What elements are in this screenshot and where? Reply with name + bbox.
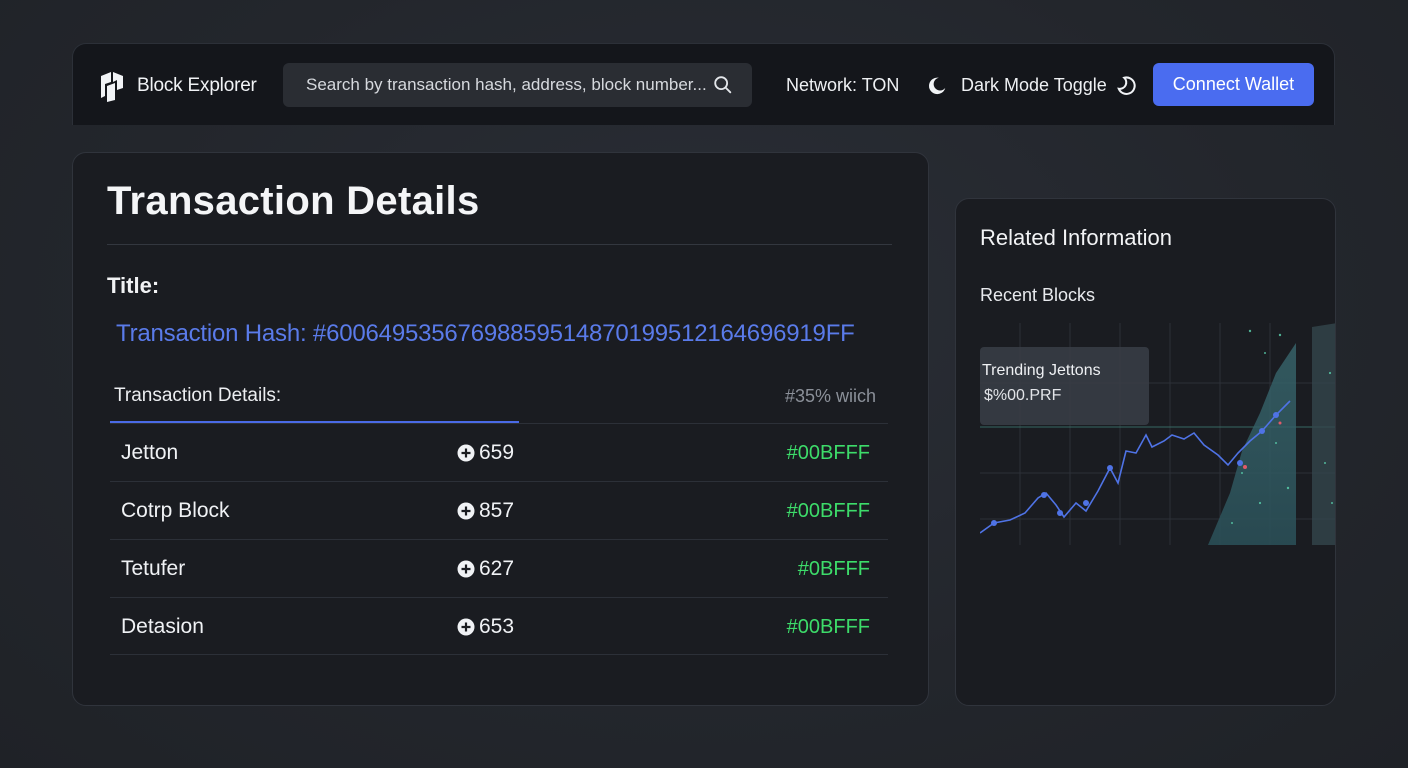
page-title: Transaction Details	[107, 179, 480, 223]
details-table: Jetton 659 #00BFFF Cotrp Block 857 #00BF…	[110, 423, 888, 655]
row-color-code: #00BFFF	[786, 442, 870, 464]
row-name: Cotrp Block	[121, 499, 230, 522]
plus-circle-icon	[457, 444, 475, 462]
row-name: Jetton	[121, 441, 179, 464]
panel-title: Related Information	[980, 225, 1172, 250]
row-value-number: 627	[479, 557, 515, 580]
row-color-code: #00BFFF	[786, 500, 870, 522]
tab-transaction-details[interactable]: Transaction Details:	[114, 385, 281, 407]
moon-icon[interactable]	[926, 75, 948, 97]
row-value-number: 857	[479, 499, 515, 522]
row-name: Tetufer	[121, 557, 186, 580]
app-title: Block Explorer	[137, 75, 257, 96]
row-value: 659	[457, 441, 514, 465]
trend-label: Trending Jettons	[982, 362, 1101, 379]
row-value: 627	[457, 557, 514, 581]
recent-blocks-label[interactable]: Recent Blocks	[980, 285, 1095, 306]
table-row[interactable]: Detasion 653 #00BFFF	[110, 597, 888, 655]
search-input[interactable]	[304, 74, 712, 96]
logo[interactable]: Block Explorer	[97, 70, 257, 102]
row-value: 857	[457, 499, 514, 523]
search-icon[interactable]	[712, 74, 734, 96]
related-information-panel: Related Information Recent Blocks Trendi…	[955, 198, 1336, 706]
divider	[107, 244, 892, 245]
row-color-code: #00BFFF	[786, 616, 870, 638]
crescent-toggle-icon[interactable]	[1116, 75, 1138, 97]
details-meta: #35% wiich	[784, 386, 876, 406]
table-row[interactable]: Tetufer 627 #0BFFF	[110, 539, 888, 597]
table-row[interactable]: Cotrp Block 857 #00BFFF	[110, 481, 888, 539]
trend-value: $%00.PRF	[984, 387, 1062, 404]
search-bar[interactable]	[283, 63, 752, 107]
transaction-details-card: Transaction Details Title: Transaction H…	[72, 152, 929, 706]
transaction-hash-link[interactable]: Transaction Hash: #600649535676988595148…	[116, 320, 855, 348]
plus-circle-icon	[457, 618, 475, 636]
network-indicator[interactable]: Network: TON	[786, 75, 899, 96]
row-value-number: 653	[479, 615, 515, 638]
top-navbar: Block Explorer Network: TON Dark Mode To…	[72, 43, 1335, 125]
dark-mode-toggle-label[interactable]: Dark Mode Toggle	[961, 75, 1107, 96]
plus-circle-icon	[457, 560, 475, 578]
connect-wallet-button[interactable]: Connect Wallet	[1153, 63, 1314, 106]
trending-jettons-tooltip[interactable]: Trending Jettons $%00.PRF	[980, 347, 1149, 425]
block-explorer-logo-icon	[101, 72, 123, 102]
row-color-code: #0BFFF	[797, 558, 870, 580]
row-value: 653	[457, 615, 514, 639]
plus-circle-icon	[457, 502, 475, 520]
row-name: Detasion	[121, 615, 204, 638]
row-value-number: 659	[479, 441, 515, 464]
table-row[interactable]: Jetton 659 #00BFFF	[110, 423, 888, 481]
field-label: Title:	[107, 273, 160, 298]
